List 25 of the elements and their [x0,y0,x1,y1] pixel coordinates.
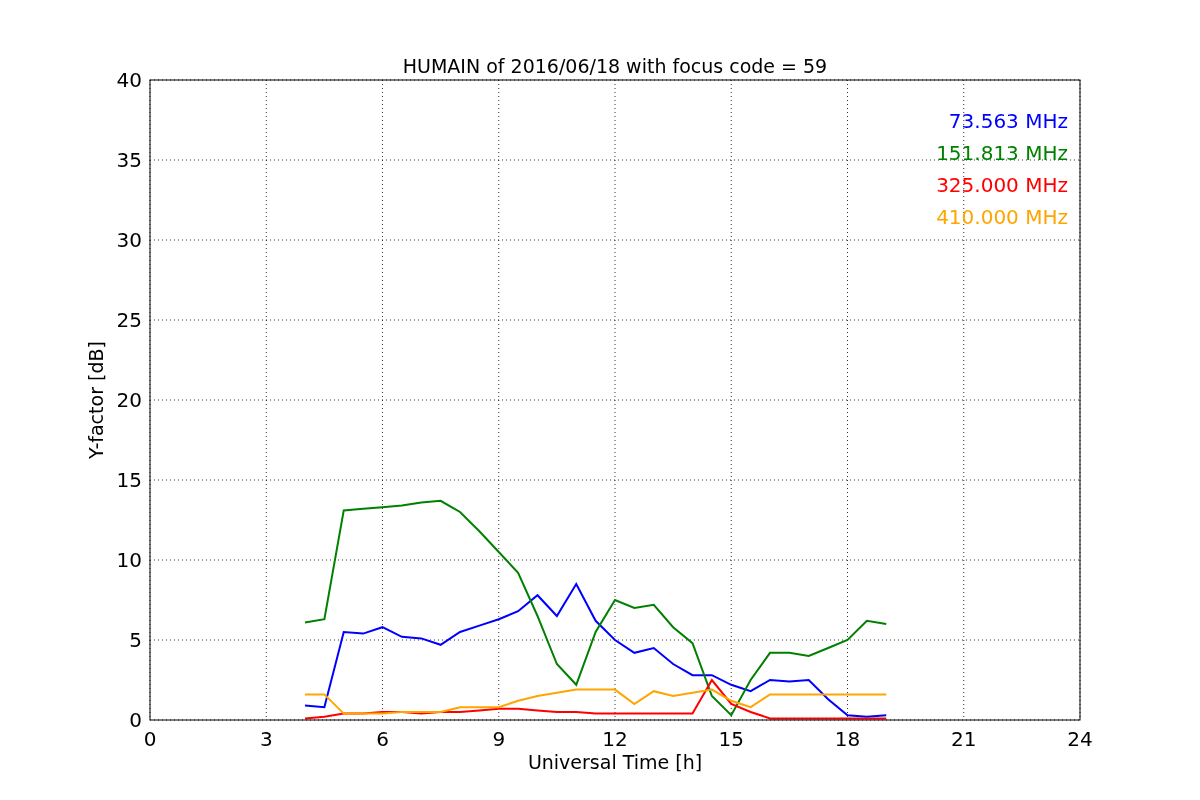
legend-label: 151.813 MHz [936,141,1068,165]
x-tick-label: 9 [492,727,506,751]
x-tick-label: 3 [259,727,273,751]
chart-title: HUMAIN of 2016/06/18 with focus code = 59 [402,55,828,77]
y-tick-label: 10 [116,548,142,572]
legend-label: 73.563 MHz [948,109,1068,133]
x-tick-label: 12 [602,727,628,751]
x-tick-label: 24 [1067,727,1093,751]
y-tick-label: 35 [116,148,142,172]
y-axis-label: Y-factor [dB] [85,341,107,459]
y-tick-label: 5 [129,628,142,652]
y-tick-label: 0 [129,708,142,732]
y-tick-label: 30 [116,228,142,252]
x-tick-label: 18 [834,727,861,751]
x-tick-label: 6 [376,727,389,751]
x-tick-label: 0 [143,727,157,751]
legend-label: 325.000 MHz [936,173,1068,197]
x-tick-label: 21 [951,727,977,751]
x-axis-label: Universal Time [h] [527,751,703,773]
y-tick-label: 40 [116,68,142,92]
y-tick-label: 15 [116,468,142,492]
x-tick-label: 15 [718,727,744,751]
y-tick-label: 20 [116,388,142,412]
legend-label: 410.000 MHz [936,205,1068,229]
y-tick-label: 25 [116,308,142,332]
